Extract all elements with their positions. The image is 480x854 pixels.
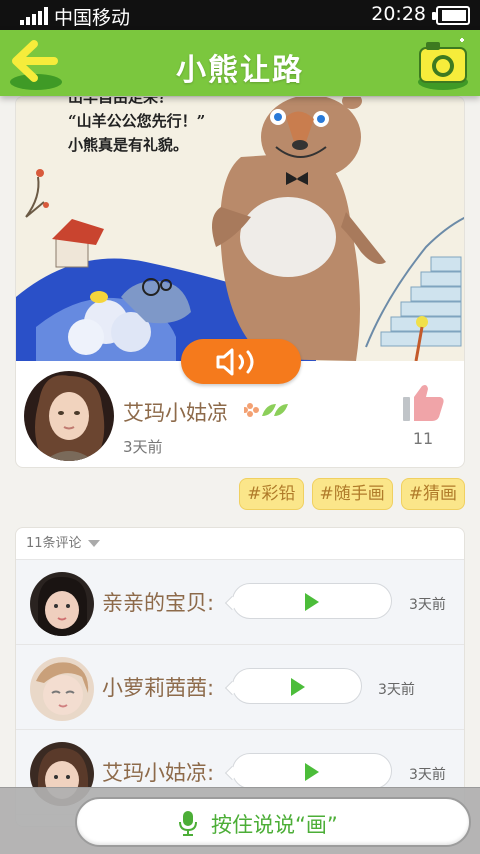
author-name[interactable]: 艾玛小姑凉 (123, 397, 228, 427)
like-button[interactable] (400, 383, 446, 423)
comments-panel: 11条评论 亲亲的宝贝: 3天前 小萝莉茜茜: 3天前 艾玛小姑凉: 3天前 (15, 527, 465, 827)
thumbs-up-icon (403, 385, 444, 421)
commenter-name[interactable]: 艾玛小姑凉: (102, 757, 214, 787)
mic-icon (179, 811, 197, 836)
comment-time: 3天前 (409, 767, 446, 783)
play-icon (305, 593, 319, 611)
commenter-name[interactable]: 亲亲的宝贝: (102, 587, 214, 617)
post-time: 3天前 (123, 438, 163, 456)
carrier-name: 中国移动 (54, 7, 131, 29)
comment-row: 小萝莉茜茜: 3天前 (16, 645, 464, 730)
comment-count: 11条评论 (26, 536, 82, 551)
page-title: 小熊让路 (176, 53, 304, 88)
play-voice-button[interactable] (181, 339, 301, 384)
commenter-avatar[interactable] (30, 657, 94, 721)
camera-button[interactable] (416, 38, 470, 90)
commenter-name[interactable]: 小萝莉茜茜: (102, 672, 214, 702)
drawing-image[interactable]: 山羊自由走来？ “山羊公公您先行！” 小熊真是有礼貌。 (16, 97, 464, 361)
like-count: 11 (412, 429, 434, 448)
hold-to-talk-button[interactable]: 按住说说“画” (75, 797, 471, 847)
status-time: 20:28 (371, 3, 426, 25)
bottom-input-bar: 按住说说“画” (0, 787, 480, 854)
leaf-icon (244, 403, 288, 417)
voice-message[interactable] (224, 668, 362, 704)
comment-time: 3天前 (378, 682, 415, 698)
battery-icon (432, 6, 470, 25)
tag-item[interactable]: #彩铅 (239, 478, 304, 510)
signal-icon (20, 7, 48, 25)
comment-time: 3天前 (409, 597, 446, 613)
commenter-avatar[interactable] (30, 572, 94, 636)
tag-item[interactable]: #随手画 (311, 478, 393, 510)
title-bar: 小熊让路 (0, 30, 480, 96)
comments-header[interactable]: 11条评论 (16, 528, 464, 560)
camera-icon (419, 38, 467, 83)
status-bar: 中国移动 20:28 (0, 0, 480, 30)
tag-list: #彩铅 #随手画 #猜画 (239, 478, 465, 510)
story-line: 小熊真是有礼貌。 (68, 136, 189, 154)
tag-item[interactable]: #猜画 (400, 478, 465, 510)
story-line: “山羊公公您先行！” (68, 112, 206, 130)
author-avatar[interactable] (24, 371, 114, 461)
talk-label: 按住说说“画” (211, 813, 338, 837)
story-line: 山羊自由走来？ (68, 97, 174, 106)
story-text: 山羊自由走来？ “山羊公公您先行！” 小熊真是有礼貌。 (68, 97, 205, 157)
voice-message[interactable] (224, 753, 392, 789)
play-icon (291, 678, 305, 696)
play-icon (305, 763, 319, 781)
post-card: 山羊自由走来？ “山羊公公您先行！” 小熊真是有礼貌。 艾玛小姑凉 3天前 11 (15, 96, 465, 468)
voice-message[interactable] (224, 583, 392, 619)
comment-row: 亲亲的宝贝: 3天前 (16, 560, 464, 645)
speaker-icon (216, 348, 254, 376)
caret-down-icon (87, 540, 100, 547)
